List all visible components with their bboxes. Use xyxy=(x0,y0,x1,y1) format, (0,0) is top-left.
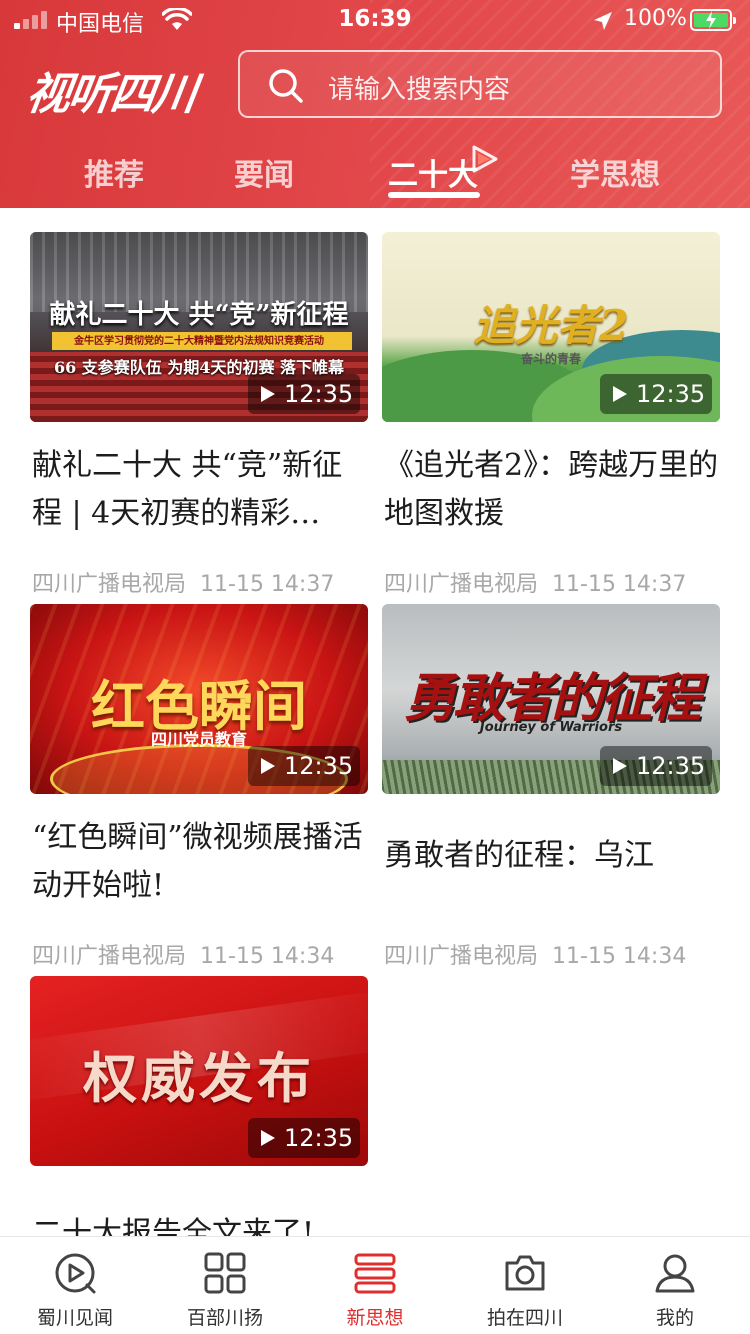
duration-badge: 12:35 xyxy=(248,1118,360,1158)
thumb-subheadline: Journey of Warriors xyxy=(479,720,623,735)
thumb-subheadline: 金牛区学习贯彻党的二十大精神暨党内法规知识竞赛活动 xyxy=(74,336,324,347)
active-tab-indicator xyxy=(388,192,480,198)
video-time: 11-15 14:34 xyxy=(552,944,687,969)
play-icon xyxy=(613,758,627,774)
tab-twentieth-congress[interactable]: 二十大 xyxy=(388,150,478,194)
search-icon xyxy=(269,69,303,103)
video-source: 四川广播电视局 xyxy=(384,572,539,597)
app-header: 中国电信 16:39 100% 视听四川 请输入搜索内容 推荐 要闻 二十大 学… xyxy=(0,0,750,208)
battery-icon xyxy=(690,9,736,31)
nav-item-paizai[interactable]: 拍在四川 xyxy=(450,1237,600,1334)
bottom-tab-bar: 蜀川见闻 百部川扬 新思想 拍在四川 我的 xyxy=(0,1236,750,1334)
video-thumbnail[interactable]: 献礼二十大 共“竞”新征程 金牛区学习贯彻党的二十大精神暨党内法规知识竞赛活动 … xyxy=(30,232,368,422)
video-thumbnail[interactable]: 追光者2 奋斗的青春 12:35 xyxy=(382,232,720,422)
duration-badge: 12:35 xyxy=(248,374,360,414)
nav-item-shuchuan[interactable]: 蜀川见闻 xyxy=(0,1237,150,1334)
channel-tabs: 推荐 要闻 二十大 学思想 xyxy=(0,140,750,208)
video-time: 11-15 14:37 xyxy=(200,572,335,597)
video-meta: 四川广播电视局 11-15 14:34 xyxy=(32,938,334,970)
video-thumbnail[interactable]: 勇敢者的征程 Journey of Warriors 12:35 xyxy=(382,604,720,794)
app-logo[interactable]: 视听四川 xyxy=(23,58,222,120)
video-source: 四川广播电视局 xyxy=(32,572,187,597)
camera-icon xyxy=(505,1255,545,1291)
video-source: 四川广播电视局 xyxy=(384,944,539,969)
play-icon xyxy=(613,386,627,402)
video-meta: 四川广播电视局 11-15 14:34 xyxy=(384,938,686,970)
video-time: 11-15 14:37 xyxy=(552,572,687,597)
play-icon xyxy=(261,386,275,402)
thumb-headline: 追光者2 xyxy=(473,301,629,350)
stack-icon xyxy=(354,1253,396,1294)
thumb-headline: 献礼二十大 共“竞”新征程 xyxy=(49,300,349,330)
play-icon xyxy=(261,1130,275,1146)
nav-label: 百部川扬 xyxy=(186,1307,263,1329)
tab-study-thought[interactable]: 学思想 xyxy=(570,150,660,194)
video-title[interactable]: “红色瞬间”微视频展播活动开始啦! xyxy=(32,814,368,910)
play-badge-icon xyxy=(472,145,498,173)
video-time: 11-15 14:34 xyxy=(200,944,335,969)
duration-badge: 12:35 xyxy=(248,746,360,786)
status-bar: 中国电信 16:39 100% xyxy=(0,0,750,40)
video-thumbnail[interactable]: 权威发布 12:35 xyxy=(30,976,368,1166)
thumb-headline: 权威发布 xyxy=(83,1046,315,1110)
nav-item-baibu[interactable]: 百部川扬 xyxy=(150,1237,300,1334)
nav-label: 蜀川见闻 xyxy=(36,1307,113,1329)
video-title[interactable]: 勇敢者的征程：乌江 xyxy=(384,832,720,880)
duration-badge: 12:35 xyxy=(600,374,712,414)
video-title[interactable]: 二十大报告全文来了! xyxy=(32,1208,314,1236)
tab-recommend[interactable]: 推荐 xyxy=(84,150,144,194)
video-source: 四川广播电视局 xyxy=(32,944,187,969)
duration-badge: 12:35 xyxy=(600,746,712,786)
nav-label: 我的 xyxy=(655,1307,694,1329)
location-arrow-icon xyxy=(594,12,612,30)
nav-label: 新思想 xyxy=(346,1307,404,1329)
search-input[interactable]: 请输入搜索内容 xyxy=(238,50,722,118)
play-circle-icon xyxy=(55,1253,96,1294)
nav-item-xinsixiang[interactable]: 新思想 xyxy=(300,1237,450,1334)
video-meta: 四川广播电视局 11-15 14:37 xyxy=(384,566,686,598)
nav-item-me[interactable]: 我的 xyxy=(600,1237,750,1334)
nav-label: 拍在四川 xyxy=(486,1307,563,1329)
video-thumbnail[interactable]: 红色瞬间 四川党员教育 12:35 xyxy=(30,604,368,794)
tab-headlines[interactable]: 要闻 xyxy=(234,150,294,194)
grid-icon xyxy=(204,1252,246,1294)
user-icon xyxy=(655,1254,695,1293)
video-title[interactable]: 《追光者2》：跨越万里的地图救援 xyxy=(384,442,720,538)
video-meta: 四川广播电视局 11-15 14:37 xyxy=(32,566,334,598)
video-feed: 献礼二十大 共“竞”新征程 金牛区学习贯彻党的二十大精神暨党内法规知识竞赛活动 … xyxy=(0,208,750,1236)
video-title[interactable]: 献礼二十大 共“竞”新征程 | 4天初赛的精彩… xyxy=(32,442,368,538)
battery-percent: 100% xyxy=(624,6,687,31)
play-icon xyxy=(261,758,275,774)
thumb-subheadline: 奋斗的青春 xyxy=(520,352,581,366)
search-placeholder: 请输入搜索内容 xyxy=(328,75,511,105)
